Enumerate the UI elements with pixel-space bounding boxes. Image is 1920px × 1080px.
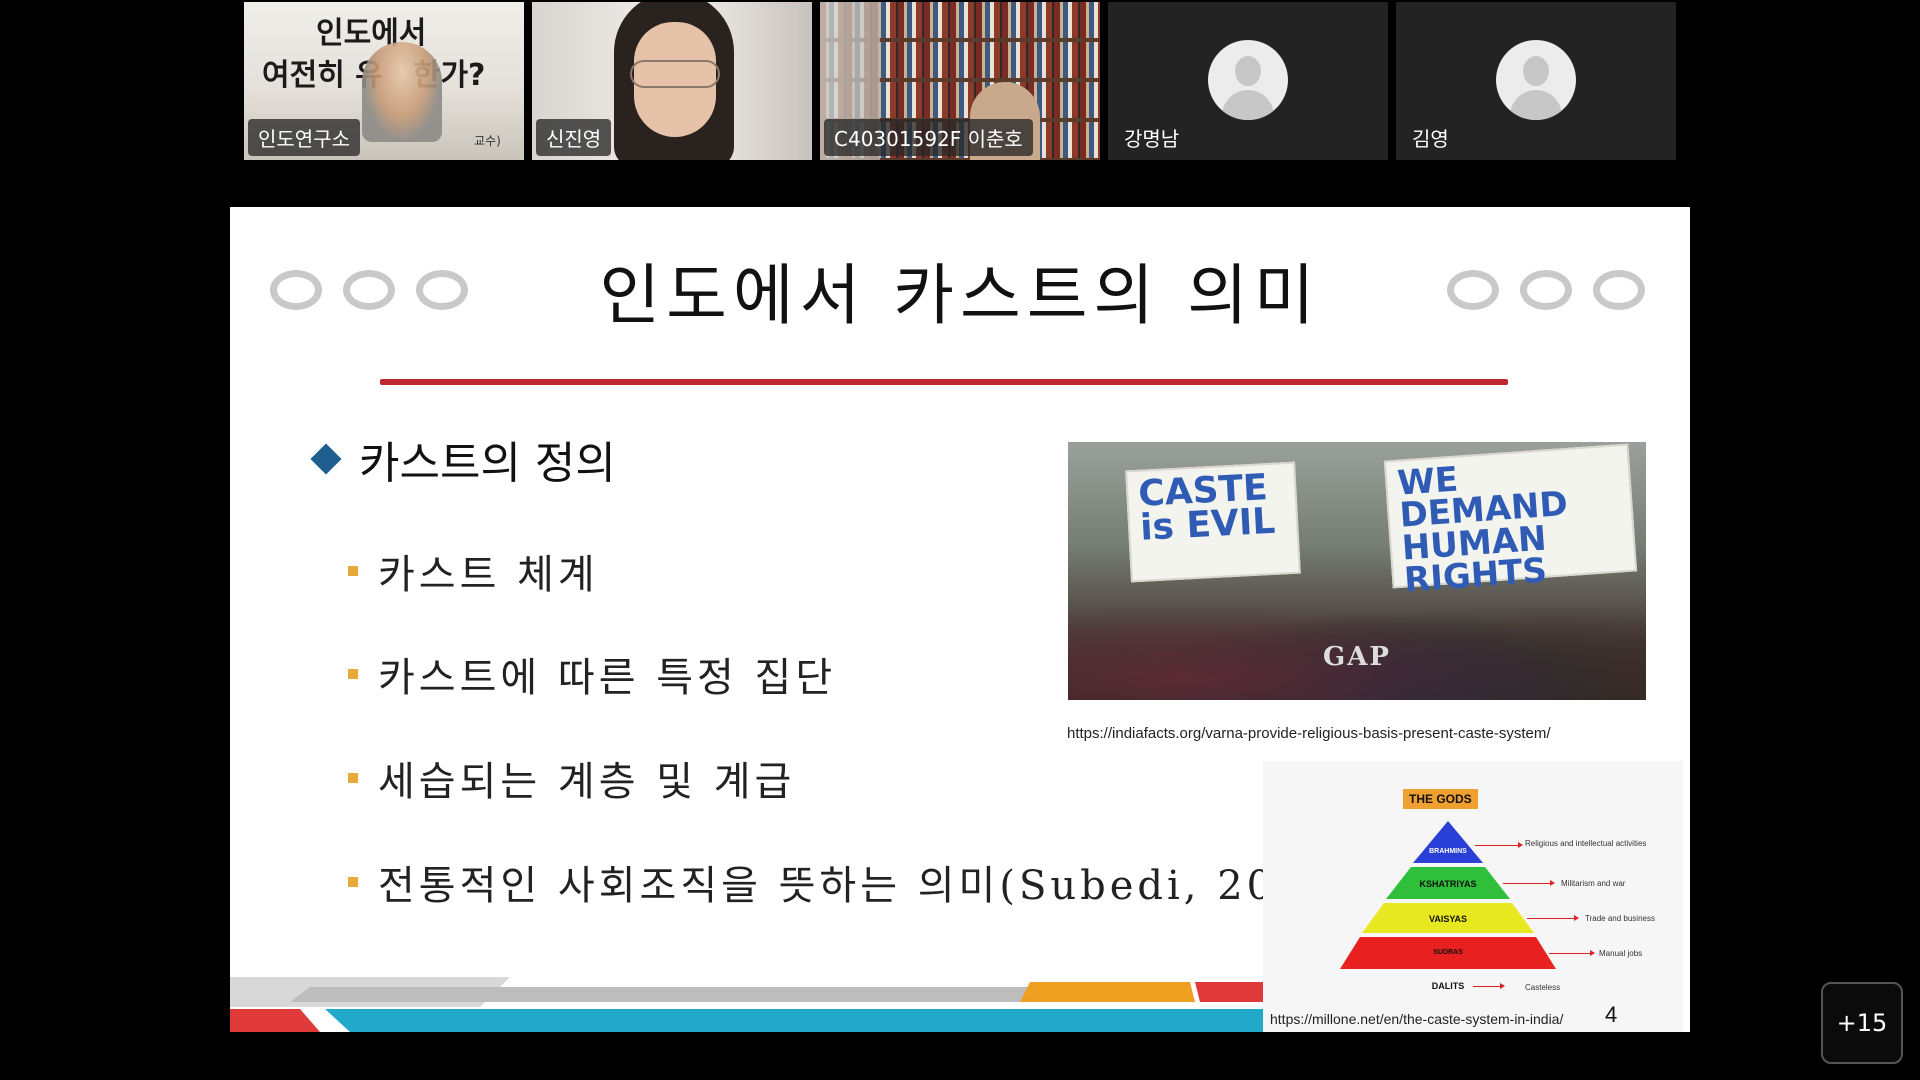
participant-tile-kimyoung[interactable]: 김영 [1396, 2, 1676, 160]
square-bullet-icon [348, 566, 358, 576]
participant-name: 강명남 [1124, 127, 1180, 151]
participant-tile-kangmyungnam[interactable]: 강명남 [1108, 2, 1388, 160]
bullet-text: 전통적인 사회조직을 뜻하는 의미(Subedi, 2013) [378, 863, 1355, 909]
square-bullet-icon [348, 669, 358, 679]
avatar-placeholder-icon [1496, 40, 1576, 120]
speaker-silhouette [362, 42, 442, 142]
arrow-right-icon [1549, 950, 1595, 956]
diamond-bullet-icon [310, 443, 342, 475]
bullet-text: 카스트에 따른 특정 집단 [378, 655, 837, 701]
section-heading-text: 카스트의 정의 [359, 438, 616, 489]
tier-role: Trade and business [1585, 914, 1655, 923]
diagram-source-link[interactable]: https://millone.net/en/the-caste-system-… [1270, 1011, 1563, 1027]
pyramid-tiers [1340, 821, 1556, 969]
protest-photo: CASTE is EVIL WE DEMAND HUMAN RIGHTS GAP [1068, 442, 1646, 700]
arrow-right-icon [1527, 915, 1579, 921]
slide-page-number: 4 [1605, 1002, 1618, 1027]
tier-label: KSHATRIYAS [1419, 879, 1477, 889]
title-divider [380, 379, 1508, 385]
square-bullet-icon [348, 773, 358, 783]
tier-role: Manual jobs [1599, 949, 1643, 958]
photo-source-link[interactable]: https://indiafacts.org/varna-provide-rel… [1067, 725, 1551, 742]
shirt-text: GAP [1323, 642, 1391, 672]
participant-name: 인도연구소 [248, 119, 360, 156]
shared-slide: 인도에서 카스트의 의미 카스트의 정의 카스트 체계 카스트에 따른 특정 집… [230, 207, 1690, 1032]
avatar-placeholder-icon [1208, 40, 1288, 120]
tier-label: BRAHMINS [1429, 848, 1467, 855]
bullet-item: 세습되는 계층 및 계급 [348, 749, 795, 807]
arrow-right-icon [1473, 983, 1505, 989]
arrow-right-icon [1503, 880, 1555, 886]
tier-role: Religious and intellectual activities [1525, 839, 1647, 848]
glasses [630, 60, 720, 88]
protest-sign: CASTE is EVIL [1125, 461, 1301, 583]
bullet-item: 카스트 체계 [348, 542, 599, 600]
tier-role: Casteless [1525, 983, 1561, 992]
tier-label: VAISYAS [1428, 914, 1468, 924]
slide-title: 인도에서 카스트의 의미 [599, 257, 1321, 334]
slide-footer-bands [230, 977, 1270, 1032]
participant-name: C40301592F 이춘호 [824, 119, 1033, 156]
participant-tile-shinjinyoung[interactable]: 신진영 [532, 2, 812, 160]
participant-tile-institute[interactable]: 인도에서 여전히 유 한가? 교수) 인도연구소 [244, 2, 524, 160]
banner-text-small: 교수) [474, 134, 501, 148]
more-participants-button[interactable]: +15 [1821, 982, 1903, 1064]
bullet-text: 세습되는 계층 및 계급 [378, 759, 796, 805]
participant-tile-leechunho[interactable]: C40301592F 이춘호 [820, 2, 1100, 160]
tier-label: SUDRAS [1433, 949, 1463, 956]
arrow-right-icon [1475, 842, 1523, 848]
bullet-item: 전통적인 사회조직을 뜻하는 의미(Subedi, 2013) [348, 853, 1355, 911]
participant-name: 김영 [1412, 127, 1449, 151]
bullet-text: 카스트 체계 [378, 552, 599, 598]
protest-sign: WE DEMAND HUMAN RIGHTS [1383, 443, 1638, 600]
bullet-item: 카스트에 따른 특정 집단 [348, 645, 836, 703]
square-bullet-icon [348, 877, 358, 887]
participant-name: 신진영 [536, 119, 612, 156]
section-heading: 카스트의 정의 [310, 427, 616, 491]
tier-role: Militarism and war [1561, 879, 1626, 888]
caste-pyramid-diagram: THE GODS BRAHMINS KSHATRIYAS VAISYAS SUD… [1263, 761, 1683, 1032]
